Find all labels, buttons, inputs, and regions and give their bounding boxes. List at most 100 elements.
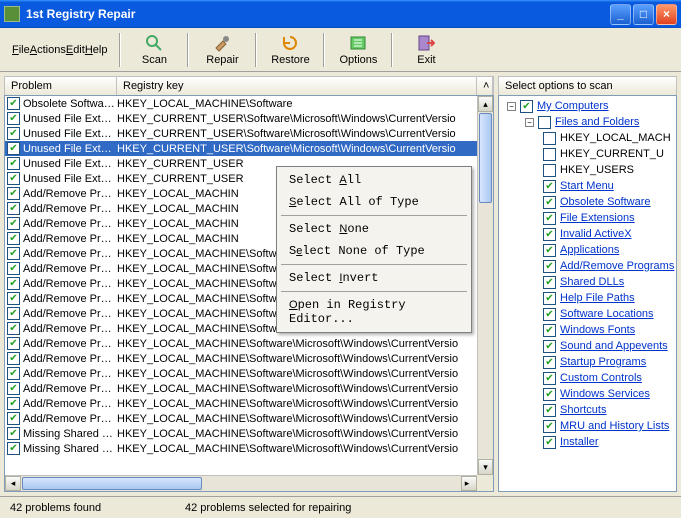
tree-checkbox[interactable]: ✔ — [538, 116, 551, 129]
row-checkbox[interactable]: ✔ — [7, 142, 20, 155]
tree-label[interactable]: Startup Programs — [560, 356, 646, 368]
row-checkbox[interactable]: ✔ — [7, 292, 20, 305]
tree-checkbox[interactable]: ✔ — [543, 436, 556, 449]
tree-checkbox[interactable]: ✔ — [543, 308, 556, 321]
tree-node[interactable]: ✔Sound and Appevents — [499, 338, 676, 354]
row-checkbox[interactable]: ✔ — [7, 397, 20, 410]
row-checkbox[interactable]: ✔ — [7, 187, 20, 200]
tree-node[interactable]: ✔ HKEY_LOCAL_MACH — [499, 130, 676, 146]
tree-label[interactable]: Applications — [560, 244, 619, 256]
problem-row[interactable]: ✔Add/Remove Prog...HKEY_LOCAL_MACHINE\So… — [5, 336, 477, 351]
tree-checkbox[interactable]: ✔ — [543, 340, 556, 353]
problem-row[interactable]: ✔Missing Shared DllsHKEY_LOCAL_MACHINE\S… — [5, 441, 477, 456]
row-checkbox[interactable]: ✔ — [7, 352, 20, 365]
ctx-select-all-type[interactable]: Select All of Type — [279, 191, 469, 213]
tree-label[interactable]: Installer — [560, 436, 599, 448]
row-checkbox[interactable]: ✔ — [7, 127, 20, 140]
tree-node[interactable]: −✔ My Computers — [499, 98, 676, 114]
ctx-open-regedit[interactable]: Open in Registry Editor... — [279, 294, 469, 330]
menu-edit[interactable]: Edit — [66, 44, 85, 56]
scroll-left-icon[interactable]: ◂ — [5, 476, 21, 491]
tree-label[interactable]: Windows Fonts — [560, 324, 635, 336]
row-checkbox[interactable]: ✔ — [7, 157, 20, 170]
row-checkbox[interactable]: ✔ — [7, 202, 20, 215]
hscroll-thumb[interactable] — [22, 477, 202, 490]
row-checkbox[interactable]: ✔ — [7, 322, 20, 335]
scan-options-tree[interactable]: −✔My Computers−✔Files and Folders✔HKEY_L… — [498, 95, 677, 492]
problem-row[interactable]: ✔Unused File Exten...HKEY_CURRENT_USER\S… — [5, 126, 477, 141]
tree-label[interactable]: My Computers — [537, 100, 609, 112]
tree-node[interactable]: ✔ Invalid ActiveX — [499, 226, 676, 242]
repair-button[interactable]: Repair — [193, 30, 251, 70]
tree-checkbox[interactable]: ✔ — [543, 244, 556, 257]
row-checkbox[interactable]: ✔ — [7, 232, 20, 245]
tree-label[interactable]: Help File Paths — [560, 292, 635, 304]
tree-checkbox[interactable]: ✔ — [543, 212, 556, 225]
tree-checkbox[interactable]: ✔ — [543, 388, 556, 401]
row-checkbox[interactable]: ✔ — [7, 412, 20, 425]
tree-node[interactable]: ✔Windows Fonts — [499, 322, 676, 338]
scroll-up-header[interactable]: ˄ — [477, 77, 493, 95]
tree-checkbox[interactable]: ✔ — [543, 164, 556, 177]
ctx-select-none-type[interactable]: Select None of Type — [279, 240, 469, 262]
ctx-select-invert[interactable]: Select Invert — [279, 267, 469, 289]
scan-button[interactable]: Scan — [125, 30, 183, 70]
row-checkbox[interactable]: ✔ — [7, 382, 20, 395]
tree-checkbox[interactable]: ✔ — [543, 404, 556, 417]
tree-node[interactable]: ✔ Help File Paths — [499, 290, 676, 306]
menu-actions[interactable]: Actions — [30, 44, 66, 56]
tree-node[interactable]: ✔ Startup Programs — [499, 354, 676, 370]
exit-button[interactable]: Exit — [397, 30, 455, 70]
tree-label[interactable]: Obsolete Software — [560, 196, 651, 208]
tree-label[interactable]: HKEY_LOCAL_MACH — [560, 132, 671, 144]
tree-label[interactable]: Custom Controls — [560, 372, 642, 384]
vertical-scrollbar[interactable]: ▴ ▾ — [477, 96, 493, 475]
tree-label[interactable]: Files and Folders — [555, 116, 639, 128]
tree-node[interactable]: ✔Obsolete Software — [499, 194, 676, 210]
row-checkbox[interactable]: ✔ — [7, 367, 20, 380]
horizontal-scrollbar[interactable]: ◂ ▸ — [5, 475, 477, 491]
row-checkbox[interactable]: ✔ — [7, 247, 20, 260]
tree-label[interactable]: Invalid ActiveX — [560, 228, 632, 240]
row-checkbox[interactable]: ✔ — [7, 337, 20, 350]
problem-row[interactable]: ✔Unused File Exten...HKEY_CURRENT_USER\S… — [5, 141, 477, 156]
problem-row[interactable]: ✔Missing Shared DllsHKEY_LOCAL_MACHINE\S… — [5, 426, 477, 441]
tree-label[interactable]: Shortcuts — [560, 404, 606, 416]
problem-row[interactable]: ✔Add/Remove Prog...HKEY_LOCAL_MACHINE\So… — [5, 366, 477, 381]
menu-file[interactable]: File — [12, 44, 30, 56]
tree-checkbox[interactable]: ✔ — [543, 260, 556, 273]
tree-node[interactable]: ✔ Add/Remove Programs — [499, 258, 676, 274]
row-checkbox[interactable]: ✔ — [7, 307, 20, 320]
tree-label[interactable]: File Extensions — [560, 212, 635, 224]
expand-icon[interactable]: − — [525, 118, 534, 127]
tree-node[interactable]: ✔Custom Controls — [499, 370, 676, 386]
tree-checkbox[interactable]: ✔ — [543, 228, 556, 241]
row-checkbox[interactable]: ✔ — [7, 427, 20, 440]
scroll-thumb[interactable] — [479, 113, 492, 203]
tree-node[interactable]: ✔Start Menu — [499, 178, 676, 194]
tree-label[interactable]: Add/Remove Programs — [560, 260, 674, 272]
tree-checkbox[interactable]: ✔ — [543, 356, 556, 369]
tree-checkbox[interactable]: ✔ — [543, 132, 556, 145]
tree-checkbox[interactable]: ✔ — [543, 292, 556, 305]
expand-icon[interactable]: − — [507, 102, 516, 111]
tree-label[interactable]: Windows Services — [560, 388, 650, 400]
tree-checkbox[interactable]: ✔ — [520, 100, 533, 113]
problem-row[interactable]: ✔Unused File Exten...HKEY_CURRENT_USER\S… — [5, 111, 477, 126]
row-checkbox[interactable]: ✔ — [7, 172, 20, 185]
tree-checkbox[interactable]: ✔ — [543, 180, 556, 193]
scroll-right-icon[interactable]: ▸ — [461, 476, 477, 491]
tree-label[interactable]: Shared DLLs — [560, 276, 624, 288]
problem-row[interactable]: ✔Add/Remove Prog...HKEY_LOCAL_MACHINE\So… — [5, 396, 477, 411]
column-registry-key[interactable]: Registry key — [117, 77, 477, 95]
close-button[interactable]: × — [656, 4, 677, 25]
scroll-down-icon[interactable]: ▾ — [478, 459, 493, 475]
row-checkbox[interactable]: ✔ — [7, 442, 20, 455]
menu-help[interactable]: Help — [85, 44, 108, 56]
row-checkbox[interactable]: ✔ — [7, 262, 20, 275]
row-checkbox[interactable]: ✔ — [7, 277, 20, 290]
tree-node[interactable]: −✔ Files and Folders — [499, 114, 676, 130]
tree-label[interactable]: HKEY_USERS — [560, 164, 634, 176]
tree-node[interactable]: ✔Shared DLLs — [499, 274, 676, 290]
row-checkbox[interactable]: ✔ — [7, 217, 20, 230]
